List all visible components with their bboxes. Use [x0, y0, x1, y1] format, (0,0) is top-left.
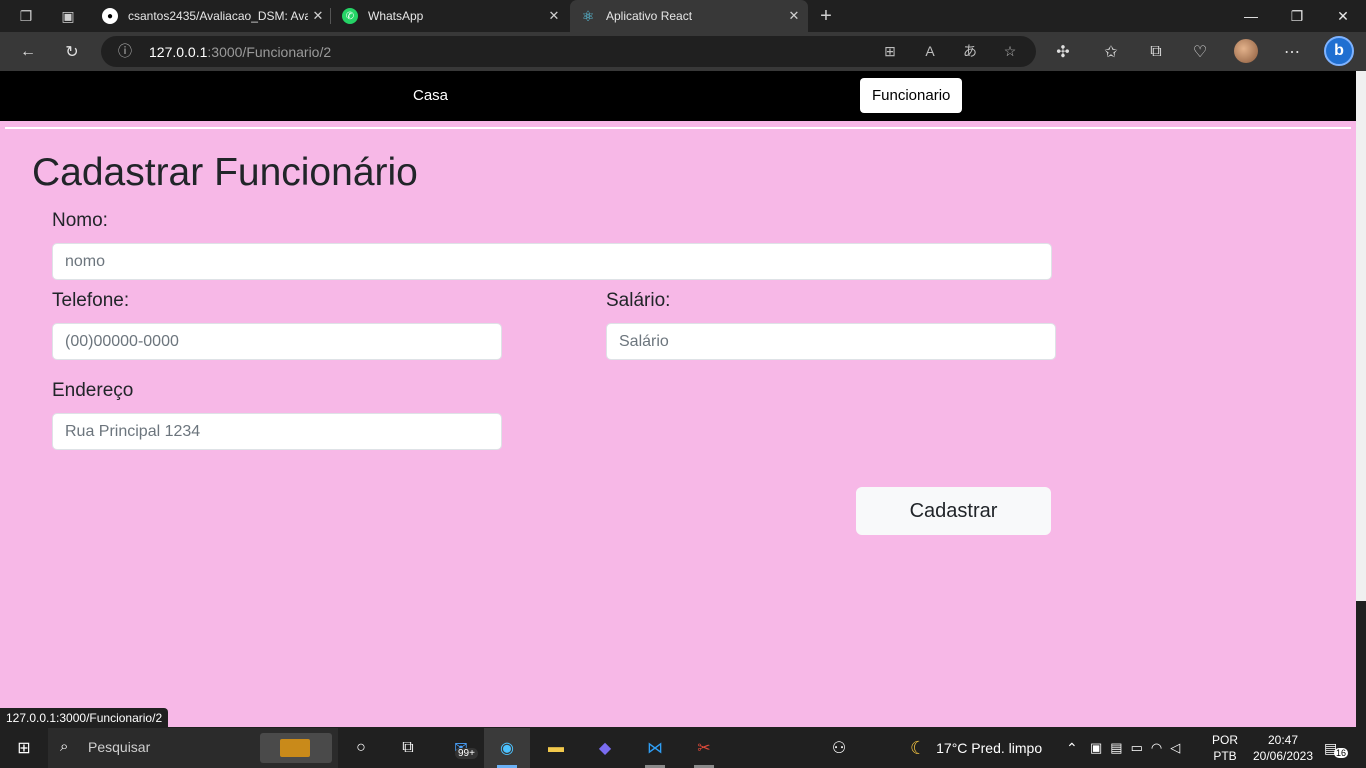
page-scrollbar[interactable]	[1356, 71, 1366, 727]
vscode-icon[interactable]: ⋈	[640, 734, 670, 762]
address-label: Endereço	[52, 380, 134, 401]
refresh-icon[interactable]: ↻	[60, 40, 84, 64]
collections-icon[interactable]: ⧉	[1144, 40, 1168, 64]
address-input[interactable]	[52, 413, 502, 450]
app-navbar: Casa Funcionario	[0, 71, 1356, 121]
app-page: Casa Funcionario Cadastrar Funcionário N…	[0, 71, 1356, 727]
copilot-icon[interactable]: ◆	[590, 734, 620, 762]
search-icon: ⌕	[60, 738, 69, 755]
app-available-icon[interactable]: ⊞	[880, 41, 900, 61]
git-app-icon[interactable]: ✂	[689, 734, 719, 762]
github-icon: ●	[102, 8, 118, 24]
taskbar-search[interactable]: ⌕ Pesquisar	[48, 728, 338, 768]
address-bar[interactable]: ⓘ 127.0.0.1:3000/Funcionario/2 ⊞ A あ ☆	[101, 36, 1036, 67]
new-tab-icon[interactable]: +	[816, 5, 836, 27]
salary-input[interactable]	[606, 323, 1056, 360]
edge-icon[interactable]: ◉	[492, 734, 522, 762]
meet-now-icon[interactable]: ▣	[1090, 740, 1102, 756]
favorite-star-icon[interactable]: ☆	[1000, 41, 1020, 61]
clock-time: 20:47	[1267, 733, 1299, 747]
windows-start-icon[interactable]: ⊞	[9, 734, 39, 762]
translate-icon[interactable]: あ	[960, 41, 980, 61]
people-icon[interactable]: ⚇	[824, 734, 854, 762]
react-icon: ⚛	[581, 7, 595, 24]
volume-icon[interactable]: ◁	[1170, 740, 1180, 756]
tab-title: Aplicativo React	[606, 9, 693, 23]
nav-link-casa[interactable]: Casa	[401, 78, 460, 113]
close-tab-icon[interactable]: ✕	[308, 8, 328, 24]
tab-github[interactable]: ● csantos2435/Avaliacao_DSM: Ava ✕	[92, 0, 328, 32]
system-tray-icons: ▣ ▤ ▭ ◠ ◁	[1090, 728, 1180, 768]
search-highlight-icon[interactable]	[260, 733, 332, 763]
favorites-icon[interactable]: ✩	[1099, 40, 1123, 64]
minimize-icon[interactable]: —	[1228, 0, 1274, 32]
close-tab-icon[interactable]: ✕	[784, 8, 804, 24]
search-placeholder: Pesquisar	[88, 739, 151, 755]
notification-count: 16	[1334, 748, 1349, 758]
tab-whatsapp[interactable]: ✆ WhatsApp ✕	[332, 0, 568, 32]
clock-date: 20/06/2023	[1252, 749, 1314, 763]
tab-actions-icon[interactable]: ▣	[58, 6, 78, 26]
read-aloud-icon[interactable]: A	[920, 41, 940, 61]
name-input[interactable]	[52, 243, 1052, 280]
url-path: :3000/Funcionario/2	[207, 44, 332, 60]
close-tab-icon[interactable]: ✕	[544, 8, 564, 24]
input-language[interactable]: POR PTB	[1212, 728, 1238, 768]
keyboard-layout: PTB	[1213, 749, 1237, 763]
camera-icon[interactable]: ▤	[1110, 740, 1122, 756]
browser-toolbar: ← ↻ ⓘ 127.0.0.1:3000/Funcionario/2 ⊞ A あ…	[0, 32, 1366, 71]
file-explorer-icon[interactable]: ▬	[541, 734, 571, 762]
back-icon[interactable]: ←	[16, 40, 40, 64]
tab-title: csantos2435/Avaliacao_DSM: Ava	[128, 9, 308, 23]
weather-moon-icon: ☾	[910, 737, 927, 758]
extensions-icon[interactable]: ✣	[1051, 40, 1075, 64]
nav-link-funcionario[interactable]: Funcionario	[860, 78, 963, 113]
language-code: POR	[1212, 733, 1239, 747]
cadastrar-button[interactable]: Cadastrar	[856, 487, 1051, 535]
bing-chat-icon[interactable]: b	[1324, 36, 1354, 66]
clock[interactable]: 20:47 20/06/2023	[1248, 728, 1318, 768]
profile-avatar[interactable]	[1234, 39, 1258, 63]
name-label: Nomo:	[52, 210, 108, 231]
tab-title: WhatsApp	[368, 9, 424, 23]
link-status-tooltip: 127.0.0.1:3000/Funcionario/2	[0, 708, 169, 728]
cortana-icon[interactable]: ○	[346, 734, 376, 762]
mail-badge: 99+	[455, 748, 478, 759]
whatsapp-icon: ✆	[342, 8, 358, 24]
restore-icon[interactable]: ❐	[1274, 0, 1320, 32]
workspaces-icon[interactable]: ❐	[16, 6, 36, 26]
url-text[interactable]: 127.0.0.1:3000/Funcionario/2	[149, 44, 331, 60]
close-window-icon[interactable]: ✕	[1320, 0, 1366, 32]
site-info-icon[interactable]: ⓘ	[115, 41, 135, 61]
show-hidden-icons[interactable]: ⌃	[1066, 728, 1078, 768]
windows-taskbar: ⊞ ⌕ Pesquisar ○ ⧉ ✉ 99+ ◉ ▬ ◆ ⋈ ✂ ⚇ ☾ 17…	[0, 728, 1366, 768]
phone-input[interactable]	[52, 323, 502, 360]
weather-widget[interactable]: ☾ 17°C Pred. limpo	[910, 728, 1042, 768]
tab-separator	[330, 8, 331, 24]
battery-icon[interactable]: ▭	[1131, 740, 1143, 756]
browser-tab-strip: ❐ ▣ ● csantos2435/Avaliacao_DSM: Ava ✕ ✆…	[0, 0, 1366, 32]
weather-text: 17°C Pred. limpo	[936, 740, 1043, 756]
scrollbar-thumb[interactable]	[1356, 601, 1366, 727]
more-options-icon[interactable]: ⋯	[1280, 40, 1304, 64]
salary-label: Salário:	[606, 290, 671, 311]
wifi-icon[interactable]: ◠	[1151, 740, 1162, 756]
performance-icon[interactable]: ♡	[1188, 40, 1212, 64]
task-view-icon[interactable]: ⧉	[393, 734, 423, 762]
divider	[5, 127, 1351, 129]
url-host: 127.0.0.1	[149, 44, 208, 60]
page-title: Cadastrar Funcionário	[32, 151, 418, 194]
phone-label: Telefone:	[52, 290, 130, 311]
tab-react-app[interactable]: ⚛ Aplicativo React ✕	[570, 0, 808, 32]
